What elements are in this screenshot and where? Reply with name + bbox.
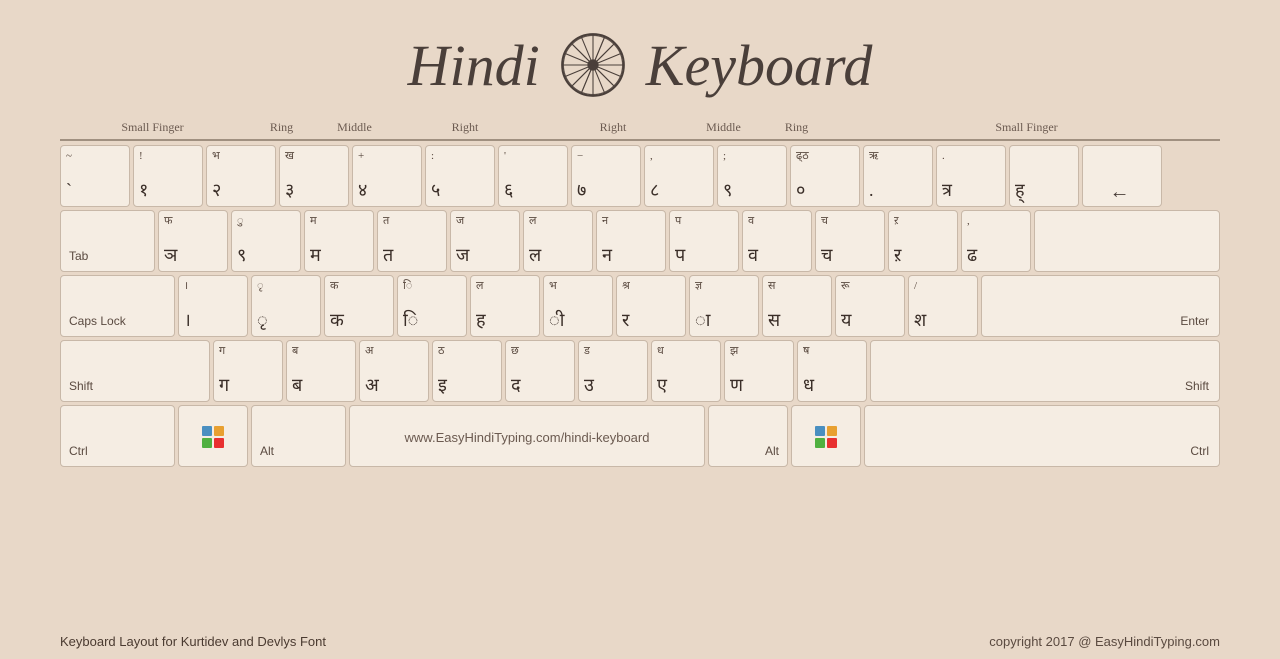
key-v[interactable]: ठ इ — [432, 340, 502, 402]
key-b[interactable]: छ द — [505, 340, 575, 402]
finger-label-middle-l: Middle — [318, 120, 391, 141]
footer-left: Keyboard Layout for Kurtidev and Devlys … — [60, 634, 326, 649]
key-enter[interactable]: Enter — [981, 275, 1220, 337]
keyboard-container: Small Finger Ring Middle Right Right Mid… — [0, 120, 1280, 467]
key-tab[interactable]: Tab — [60, 210, 155, 272]
key-t[interactable]: ज ज — [450, 210, 520, 272]
key-backslash[interactable] — [1034, 210, 1220, 272]
key-bracket[interactable]: ह् — [1009, 145, 1079, 207]
key-space[interactable]: www.EasyHindiTyping.com/hindi-keyboard — [349, 405, 705, 467]
ctrl-right-label: Ctrl — [1190, 444, 1209, 458]
ctrl-left-label: Ctrl — [69, 444, 88, 458]
key-x[interactable]: ब ब — [286, 340, 356, 402]
key-bracket-l[interactable]: ऱ ऱ — [888, 210, 958, 272]
key-win-right[interactable] — [791, 405, 861, 467]
key-alt-left[interactable]: Alt — [251, 405, 346, 467]
key-n[interactable]: ड उ — [578, 340, 648, 402]
title-part2: Keyboard — [646, 32, 873, 99]
key-quote[interactable]: / श — [908, 275, 978, 337]
windows-icon — [202, 426, 224, 448]
finger-label-small-finger-r: Small Finger — [833, 120, 1220, 141]
key-caps-lock[interactable]: Caps Lock — [60, 275, 175, 337]
finger-label-ring-l: Ring — [245, 120, 318, 141]
key-backspace[interactable]: ← — [1082, 145, 1162, 207]
key-0[interactable]: ढ्ठ ० — [790, 145, 860, 207]
key-g[interactable]: ल ह — [470, 275, 540, 337]
shift-left-label: Shift — [69, 379, 93, 393]
key-a[interactable]: । । — [178, 275, 248, 337]
finger-label-middle-r: Middle — [687, 120, 760, 141]
key-ctrl-right[interactable]: Ctrl — [864, 405, 1220, 467]
key-s[interactable]: ृ ृ — [251, 275, 321, 337]
key-5[interactable]: : ५ — [425, 145, 495, 207]
key-u[interactable]: न न — [596, 210, 666, 272]
finger-label-ring-r: Ring — [760, 120, 833, 141]
key-bracket-r[interactable]: , ढ — [961, 210, 1031, 272]
tab-label: Tab — [69, 249, 88, 263]
key-o[interactable]: व व — [742, 210, 812, 272]
key-y[interactable]: ल ल — [523, 210, 593, 272]
key-3[interactable]: ख ३ — [279, 145, 349, 207]
key-l[interactable]: स स — [762, 275, 832, 337]
alt-right-label: Alt — [765, 444, 779, 458]
key-q[interactable]: फ ञ — [158, 210, 228, 272]
key-e[interactable]: म म — [304, 210, 374, 272]
key-semicolon[interactable]: रू य — [835, 275, 905, 337]
backspace-arrow-icon: ← — [1110, 181, 1130, 204]
windows-right-icon — [815, 426, 837, 448]
footer: Keyboard Layout for Kurtidev and Devlys … — [0, 634, 1280, 649]
key-2[interactable]: भ २ — [206, 145, 276, 207]
key-r[interactable]: त त — [377, 210, 447, 272]
caps-lock-label: Caps Lock — [69, 314, 126, 328]
enter-label: Enter — [1180, 314, 1209, 328]
key-d[interactable]: क क — [324, 275, 394, 337]
key-1[interactable]: ! १ — [133, 145, 203, 207]
key-i[interactable]: प प — [669, 210, 739, 272]
key-p[interactable]: च च — [815, 210, 885, 272]
key-comma[interactable]: झ ण — [724, 340, 794, 402]
key-equals[interactable]: . त्र — [936, 145, 1006, 207]
key-j[interactable]: श्र र — [616, 275, 686, 337]
key-m[interactable]: ध ए — [651, 340, 721, 402]
ashoka-wheel-icon — [558, 30, 628, 100]
key-4[interactable]: + ४ — [352, 145, 422, 207]
row-zxcv: Shift ग ग ब ब अ अ ठ इ छ द ड उ ध ए — [60, 340, 1220, 402]
shift-right-label: Shift — [1185, 379, 1209, 393]
key-ctrl-left[interactable]: Ctrl — [60, 405, 175, 467]
key-period[interactable]: ष ध — [797, 340, 867, 402]
key-win-left[interactable] — [178, 405, 248, 467]
key-z[interactable]: ग ग — [213, 340, 283, 402]
finger-label-right-r: Right — [539, 120, 687, 141]
row-asdf: Caps Lock । । ृ ृ क क ि ि ल ह भ ी श्र र — [60, 275, 1220, 337]
key-c[interactable]: अ अ — [359, 340, 429, 402]
key-h[interactable]: भ ी — [543, 275, 613, 337]
key-7[interactable]: − ७ — [571, 145, 641, 207]
key-9[interactable]: ; ९ — [717, 145, 787, 207]
key-f[interactable]: ि ि — [397, 275, 467, 337]
url-text: www.EasyHindiTyping.com/hindi-keyboard — [405, 430, 650, 445]
finger-label-right-l: Right — [391, 120, 539, 141]
key-alt-right[interactable]: Alt — [708, 405, 788, 467]
finger-label-small-finger-l: Small Finger — [60, 120, 245, 141]
key-8[interactable]: , ८ — [644, 145, 714, 207]
alt-left-label: Alt — [260, 444, 274, 458]
key-6[interactable]: ' ६ — [498, 145, 568, 207]
key-shift-right[interactable]: Shift — [870, 340, 1220, 402]
title-section: Hindi Keyboard — [0, 0, 1280, 120]
row-numbers: ~ ` ! १ भ २ ख ३ + ४ : ५ ' ६ − ७ — [60, 145, 1220, 207]
row-qwerty: Tab फ ञ ु ९ म म त त ज ज ल ल न न — [60, 210, 1220, 272]
key-minus[interactable]: ऋ . — [863, 145, 933, 207]
key-shift-left[interactable]: Shift — [60, 340, 210, 402]
key-k[interactable]: ज्ञ ा — [689, 275, 759, 337]
footer-right: copyright 2017 @ EasyHindiTyping.com — [989, 634, 1220, 649]
title-part1: Hindi — [408, 32, 540, 99]
key-backtick[interactable]: ~ ` — [60, 145, 130, 207]
row-bottom: Ctrl Alt www.EasyHindiTyping.com/hindi-k… — [60, 405, 1220, 467]
key-w[interactable]: ु ९ — [231, 210, 301, 272]
finger-labels: Small Finger Ring Middle Right Right Mid… — [60, 120, 1220, 141]
